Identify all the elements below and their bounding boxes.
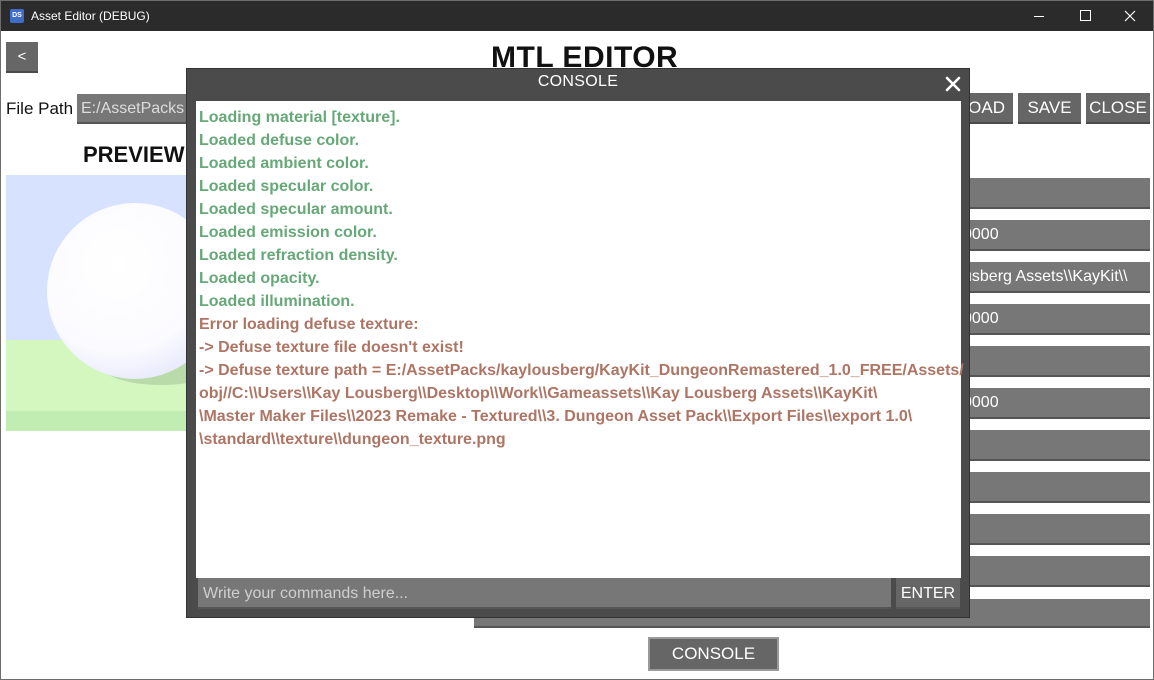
console-log-line: Loaded emission color.: [199, 224, 377, 241]
property-field[interactable]: [961, 472, 1150, 503]
console-error-line: -> Defuse texture file doesn't exist!: [199, 339, 464, 356]
close-button[interactable]: CLOSE: [1086, 93, 1150, 124]
maximize-button[interactable]: [1062, 1, 1108, 31]
enter-button[interactable]: ENTER: [896, 578, 960, 609]
console-log: Loading material [texture]. Loaded defuse…: [196, 101, 964, 578]
property-field[interactable]: 0000: [961, 304, 1150, 335]
console-log-line: Loading material [texture].: [199, 109, 400, 126]
property-field[interactable]: 0000: [961, 388, 1150, 419]
console-log-line: Loaded opacity.: [199, 270, 320, 287]
console-log-line: Loaded specular amount.: [199, 201, 393, 218]
asset-editor-window: DS Asset Editor (DEBUG) < MTL EDITOR Fil…: [0, 0, 1154, 680]
console-log-line: Loaded defuse color.: [199, 132, 360, 149]
back-button[interactable]: <: [6, 42, 38, 73]
property-field[interactable]: [961, 178, 1150, 209]
console-title: CONSOLE: [537, 73, 619, 90]
title-bar: DS Asset Editor (DEBUG): [1, 1, 1153, 31]
console-error-line: \Master Maker Files\\2023 Remake - Textu…: [199, 408, 913, 425]
console-close-button[interactable]: [943, 74, 963, 94]
save-button[interactable]: SAVE: [1018, 93, 1081, 124]
console-log-line: Loaded illumination.: [199, 293, 355, 310]
property-field[interactable]: [961, 514, 1150, 545]
material-preview: [6, 175, 188, 431]
console-error-line: \standard\\texture\\dungeon_texture.png: [199, 431, 506, 448]
property-field[interactable]: [961, 556, 1150, 587]
console-error-line: Error loading defuse texture:: [199, 316, 419, 333]
preview-label: PREVIEW: [83, 142, 185, 167]
console-log-line: Loaded ambient color.: [199, 155, 369, 172]
property-field[interactable]: 0000: [961, 220, 1150, 251]
console-button[interactable]: CONSOLE: [648, 637, 779, 671]
file-path-label: File Path: [6, 99, 74, 118]
preview-ground-edge: [6, 411, 188, 431]
command-input[interactable]: Write your commands here...: [198, 578, 891, 609]
window-close-button[interactable]: [1107, 1, 1153, 31]
close-icon: [945, 76, 961, 92]
console-log-line: Loaded specular color.: [199, 178, 374, 195]
close-icon: [1124, 10, 1136, 22]
minimize-button[interactable]: [1016, 1, 1062, 31]
window-title: Asset Editor (DEBUG): [31, 9, 150, 23]
property-field[interactable]: [961, 346, 1150, 377]
file-path-input[interactable]: E:/AssetPacks: [77, 94, 192, 124]
property-field[interactable]: usberg Assets\\KayKit\\: [961, 262, 1150, 293]
property-field[interactable]: [961, 430, 1150, 461]
app-icon: DS: [10, 9, 24, 23]
console-modal: CONSOLE Loading material [texture]. Loade…: [186, 68, 970, 618]
console-error-line: obj//C:\\Users\\Kay Lousberg\\Desktop\\W…: [199, 385, 878, 402]
console-log-line: Loaded refraction density.: [199, 247, 398, 264]
console-error-line: -> Defuse texture path = E:/AssetPacks/k…: [199, 362, 964, 379]
